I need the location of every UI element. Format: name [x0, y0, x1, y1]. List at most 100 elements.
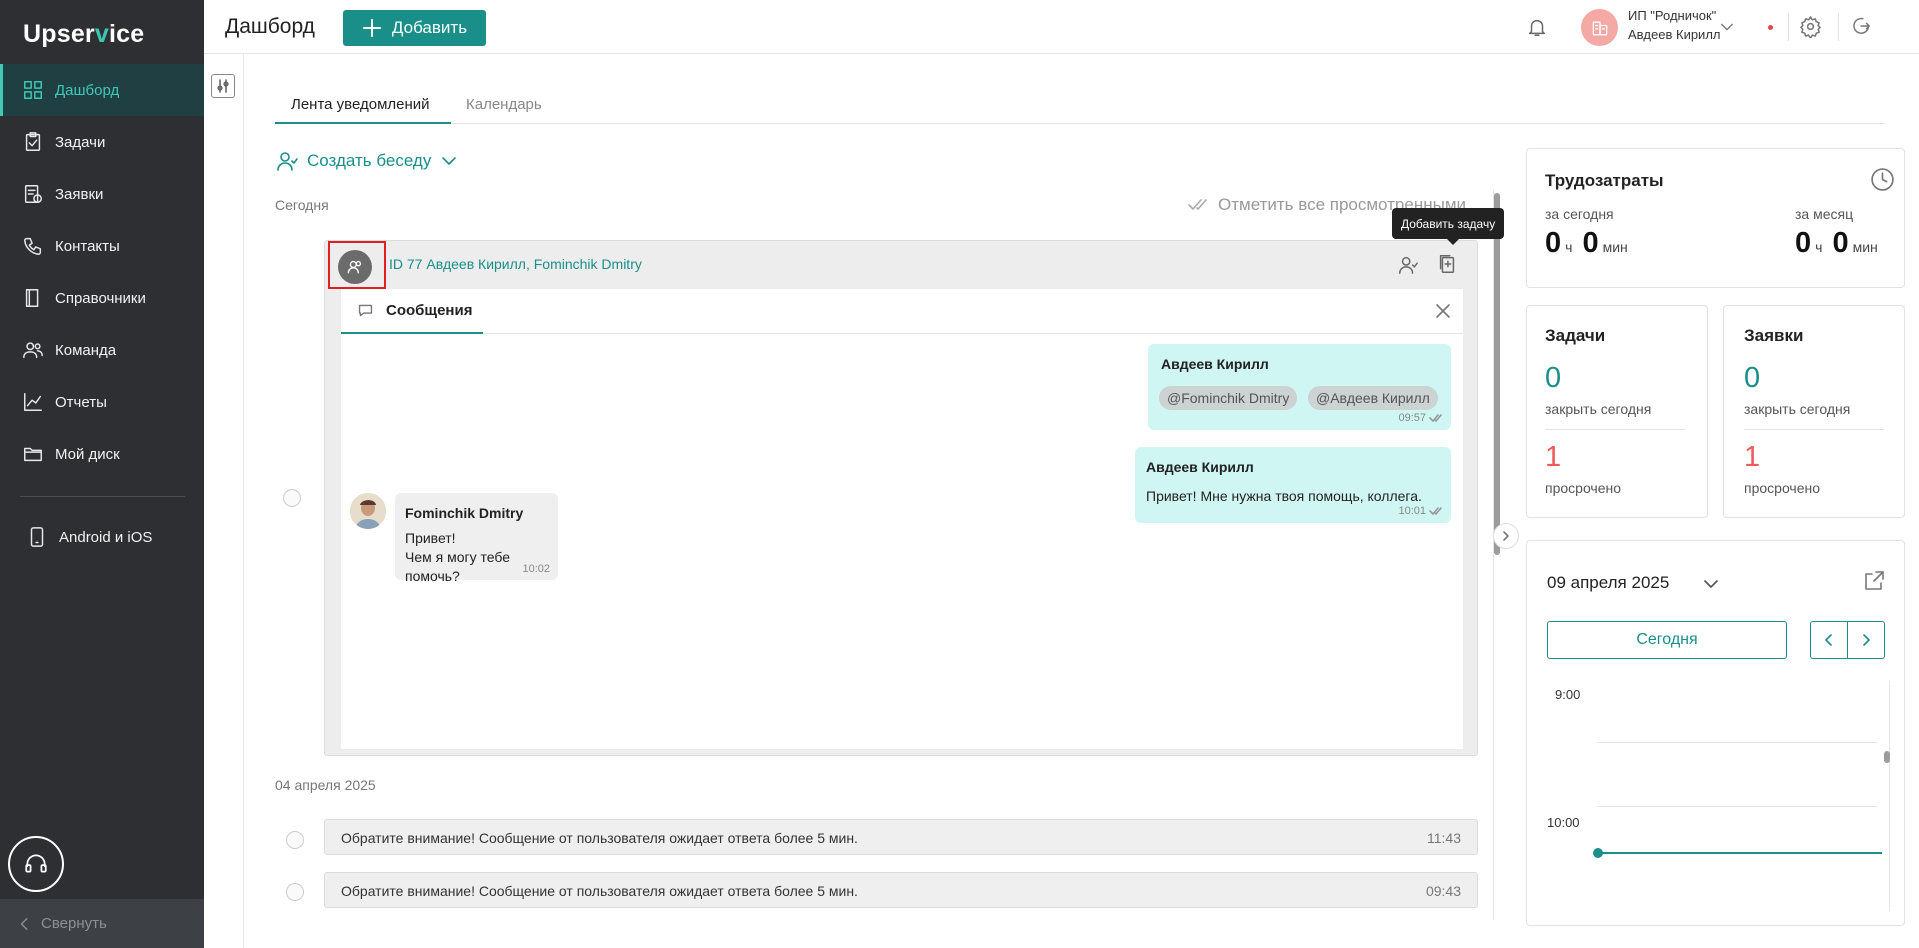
labor-month-minutes: 0	[1832, 227, 1849, 259]
sidebar-item-references[interactable]: Справочники	[0, 272, 204, 324]
labor-today-value: 0 ч 0 мин	[1545, 227, 1638, 260]
tab-messages-label: Сообщения	[386, 302, 473, 319]
grid-icon	[24, 81, 42, 99]
divider	[1788, 13, 1789, 41]
sidebar-item-label: Заявки	[55, 185, 104, 203]
external-link-icon[interactable]	[1862, 569, 1886, 593]
conversation-avatar[interactable]	[338, 250, 372, 284]
read-toggle[interactable]	[286, 831, 304, 849]
tab-calendar[interactable]: Календарь	[466, 96, 542, 113]
clock-icon	[1871, 168, 1894, 191]
labor-month-hours: 0	[1795, 227, 1812, 259]
mention-chip[interactable]: @Авдеев Кирилл	[1308, 386, 1438, 410]
chevron-down-icon	[442, 157, 457, 165]
sidebar-item-reports[interactable]: Отчеты	[0, 376, 204, 428]
logout-icon[interactable]	[1850, 15, 1872, 37]
sidebar-item-requests[interactable]: Заявки	[0, 168, 204, 220]
chevron-down-icon[interactable]	[1720, 20, 1734, 34]
close-icon[interactable]	[1435, 303, 1451, 319]
tab-messages[interactable]: Сообщения	[341, 289, 483, 334]
sidebar-item-team[interactable]: Команда	[0, 324, 204, 376]
sidebar-item-disk[interactable]: Мой диск	[0, 428, 204, 480]
minutes-unit: мин	[1852, 239, 1878, 255]
divider	[1744, 429, 1884, 430]
requests-widget[interactable]: Заявки 0 закрыть сегодня 1 просрочено	[1723, 305, 1905, 518]
message-text-line: Привет!	[405, 530, 456, 546]
calendar-date[interactable]: 09 апреля 2025	[1547, 573, 1669, 593]
collapse-sidebar-button[interactable]: Свернуть	[0, 899, 204, 948]
create-chat-label: Создать беседу	[307, 151, 432, 170]
top-bar: Дашборд Добавить ИП "Родничок" Авдеев Ки…	[204, 0, 1919, 54]
folder-icon	[24, 447, 42, 462]
sidebar-item-contacts[interactable]: Контакты	[0, 220, 204, 272]
team-icon	[23, 342, 43, 359]
person-icon[interactable]	[1397, 254, 1419, 276]
mobile-icon	[30, 527, 44, 547]
sender-avatar[interactable]	[350, 493, 386, 529]
conversation-title[interactable]: ID 77 Авдеев Кирилл, Fominchik Dmitry	[389, 256, 642, 272]
add-button-label: Добавить	[391, 18, 468, 37]
sidebar-item-label: Задачи	[55, 133, 106, 151]
notification-time: 11:43	[1427, 830, 1461, 846]
filter-column	[204, 54, 244, 948]
book-icon	[25, 289, 39, 307]
calendar-scroll-thumb[interactable]	[1884, 751, 1890, 763]
notification-item[interactable]: Обратите внимание! Сообщение от пользова…	[324, 872, 1478, 908]
messages-tabbar: Сообщения	[341, 289, 1463, 334]
mention-chip[interactable]: @Fominchik Dmitry	[1159, 386, 1298, 410]
chevron-left-icon	[20, 917, 28, 930]
read-toggle[interactable]	[283, 489, 301, 507]
message-time-text: 10:01	[1398, 505, 1426, 517]
create-chat-button[interactable]: Создать беседу	[275, 148, 457, 174]
company-name[interactable]: ИП "Родничок"	[1628, 8, 1716, 23]
sidebar-item-label: Справочники	[55, 289, 146, 307]
tasks-widget[interactable]: Задачи 0 закрыть сегодня 1 просрочено	[1526, 305, 1708, 518]
clipboard-icon	[25, 132, 41, 151]
filter-settings-button[interactable]	[211, 74, 235, 98]
gear-icon[interactable]	[1799, 15, 1822, 38]
app-logo[interactable]: Upservice	[23, 20, 144, 49]
requests-title: Заявки	[1744, 326, 1804, 345]
labor-widget: Трудозатраты за сегодня за месяц 0 ч 0 мин …	[1526, 148, 1905, 288]
labor-month-label: за месяц	[1795, 206, 1854, 222]
collapse-right-panel-button[interactable]	[1493, 523, 1519, 549]
read-toggle[interactable]	[286, 883, 304, 901]
feed-scrollbar-thumb[interactable]	[1494, 193, 1500, 555]
requests-overdue-count: 1	[1744, 441, 1761, 473]
labor-today-minutes: 0	[1582, 227, 1599, 259]
user-name[interactable]: Авдеев Кирилл	[1628, 27, 1721, 42]
calendar-today-button[interactable]: Сегодня	[1547, 621, 1787, 659]
tasks-overdue-count: 1	[1545, 441, 1562, 473]
calendar-scroll-track[interactable]	[1889, 681, 1890, 911]
company-avatar[interactable]	[1581, 9, 1618, 46]
calendar-next-button[interactable]	[1847, 621, 1885, 659]
calendar-widget: 09 апреля 2025 Сегодня 9:00 10:00	[1526, 540, 1905, 926]
sidebar-divider	[20, 496, 185, 497]
chevron-down-icon[interactable]	[1703, 576, 1719, 592]
sidebar-item-mobile[interactable]: Android и iOS	[0, 511, 204, 563]
divider	[1545, 429, 1685, 430]
support-button[interactable]	[8, 836, 64, 892]
notification-item[interactable]: Обратите внимание! Сообщение от пользова…	[324, 819, 1478, 855]
hour-label: 9:00	[1555, 687, 1581, 702]
message-author: Авдеев Кирилл	[1161, 356, 1269, 372]
conversation-card: ID 77 Авдеев Кирилл, Fominchik Dmitry Со…	[324, 240, 1478, 756]
add-task-icon[interactable]	[1436, 253, 1458, 275]
bell-icon[interactable]	[1526, 16, 1548, 38]
chevron-right-icon	[1503, 531, 1509, 541]
tasks-close-today-count: 0	[1545, 362, 1562, 394]
active-tab-underline	[275, 122, 451, 124]
calendar-prev-button[interactable]	[1810, 621, 1848, 659]
add-task-tooltip: Добавить задачу	[1392, 208, 1505, 245]
hours-unit: ч	[1565, 239, 1573, 255]
add-button[interactable]: Добавить	[343, 10, 486, 46]
sidebar-item-dashboard[interactable]: Дашборд	[0, 64, 204, 116]
chat-bubble-icon	[358, 304, 373, 317]
message-author: Авдеев Кирилл	[1146, 459, 1254, 475]
message-time-text: 09:57	[1398, 412, 1426, 424]
minutes-unit: мин	[1602, 239, 1628, 255]
messages-panel: Сообщения Авдеев Кирилл @Fominchik Dmitr…	[341, 289, 1463, 749]
sidebar-item-tasks[interactable]: Задачи	[0, 116, 204, 168]
tab-feed[interactable]: Лента уведомлений	[291, 96, 430, 113]
labor-today-label: за сегодня	[1545, 206, 1614, 222]
